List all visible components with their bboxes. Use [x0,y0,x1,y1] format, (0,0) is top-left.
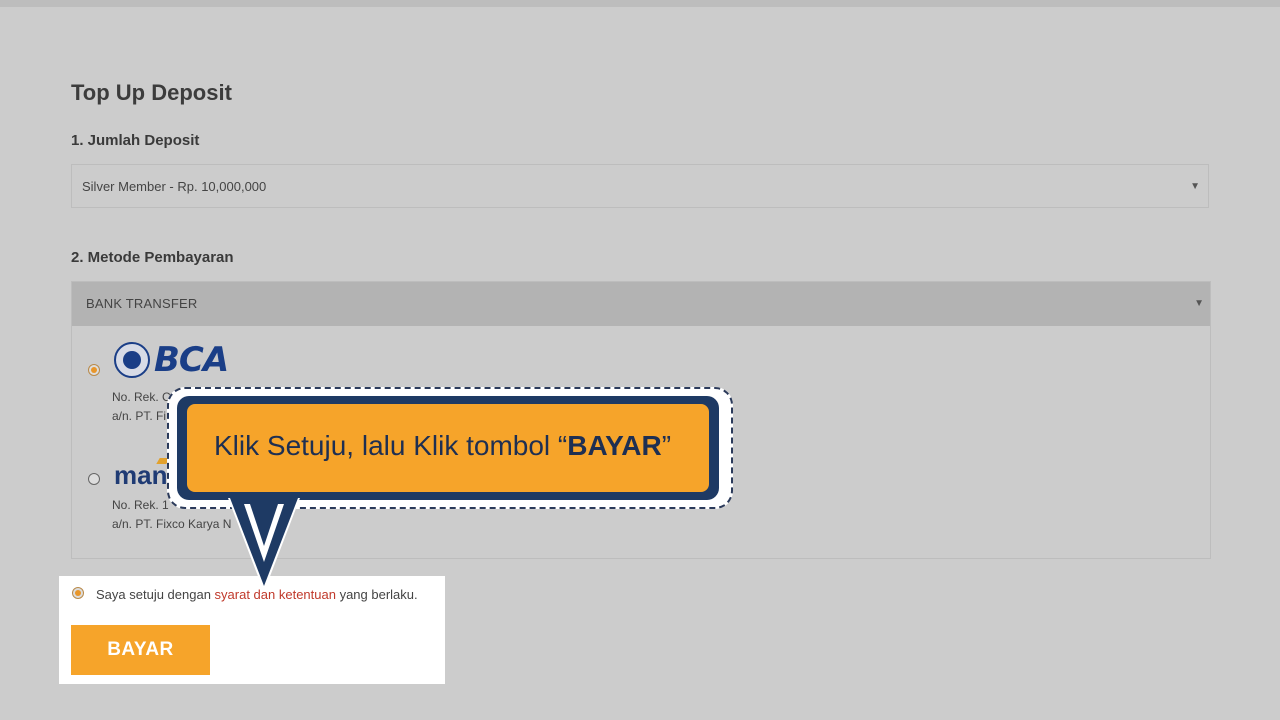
deposit-amount-label: 1. Jumlah Deposit [71,132,200,149]
bca-logo: BCA [114,340,229,380]
agreement-suffix: yang berlaku. [335,587,418,602]
agreement-prefix: Saya setuju dengan [96,587,215,602]
mandiri-account-number: No. Rek. 1 [112,498,169,512]
callout-text: Klik Setuju, lalu Klik tombol “BAYAR” [214,430,671,462]
callout-pointer-icon [228,498,300,592]
deposit-amount-value: Silver Member - Rp. 10,000,000 [82,179,267,194]
payment-method-label: 2. Metode Pembayaran [71,249,234,266]
bca-account-number: No. Rek. C [112,390,171,404]
payment-method-select[interactable]: BANK TRANSFER ▼ [72,282,1210,326]
bca-emblem-icon [114,342,150,378]
chevron-down-icon: ▼ [1190,181,1200,192]
bank-mandiri-radio[interactable] [88,473,100,485]
agree-checkbox[interactable] [72,587,84,599]
mandiri-account-holder: a/n. PT. Fixco Karya N [112,517,232,531]
callout-text-suffix: ” [661,430,672,461]
deposit-amount-select[interactable]: Silver Member - Rp. 10,000,000 ▼ [71,164,1209,208]
bank-bca-radio[interactable] [88,364,100,376]
callout-text-prefix: Klik Setuju, lalu Klik tombol “ [214,430,568,461]
payment-method-value: BANK TRANSFER [86,296,198,311]
page-title: Top Up Deposit [71,80,232,105]
bca-account-holder: a/n. PT. Fi [112,409,167,423]
chevron-down-icon: ▼ [1194,298,1204,309]
bca-logo-text: BCA [154,340,229,380]
pay-button[interactable]: BAYAR [71,625,210,675]
mandiri-logo: man [114,460,168,490]
top-bar [0,0,1280,7]
callout-text-bold: BAYAR [567,430,662,461]
